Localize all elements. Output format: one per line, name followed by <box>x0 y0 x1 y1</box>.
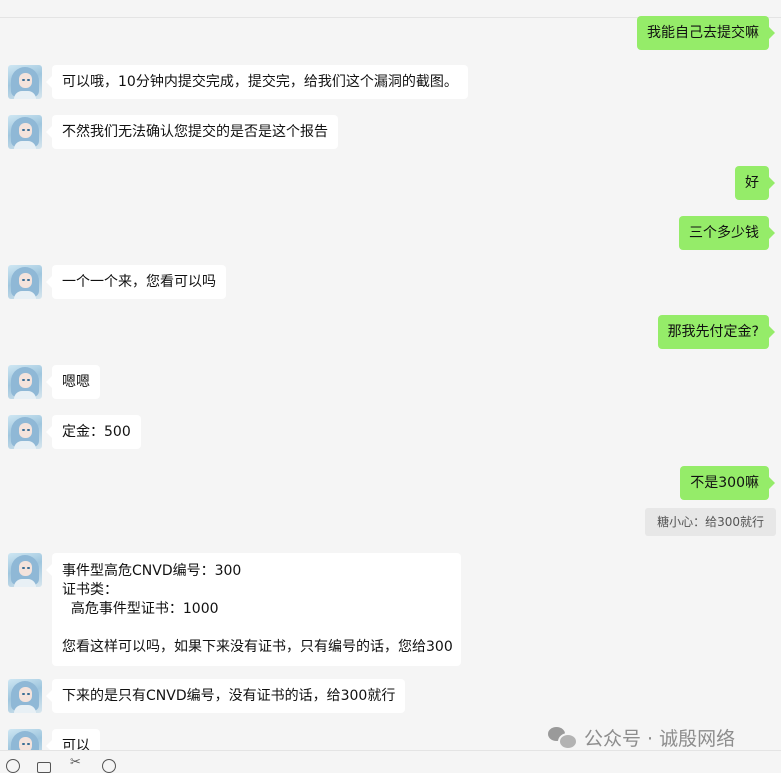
incoming-message[interactable]: 一个一个来，您看可以吗 <box>46 265 226 299</box>
incoming-message[interactable]: 可以哦，10分钟内提交完成，提交完，给我们这个漏洞的截图。 <box>46 65 468 99</box>
avatar[interactable] <box>8 115 42 149</box>
outgoing-message[interactable]: 我能自己去提交嘛 <box>637 16 775 50</box>
message-line: 您看这样可以吗，如果下来没有证书，只有编号的话，您给300 <box>62 639 453 655</box>
message-text: 一个一个来，您看可以吗 <box>62 274 216 290</box>
message-line <box>62 619 451 638</box>
avatar[interactable] <box>8 65 42 99</box>
outgoing-message[interactable]: 好 <box>735 166 775 200</box>
message-text: 不是300嘛 <box>690 475 759 491</box>
wechat-logo-icon <box>548 726 578 750</box>
avatar[interactable] <box>8 679 42 713</box>
message-text: 好 <box>745 175 759 191</box>
outgoing-message[interactable]: 三个多少钱 <box>679 216 775 250</box>
incoming-message[interactable]: 不然我们无法确认您提交的是否是这个报告 <box>46 115 338 149</box>
message-text: 可以哦，10分钟内提交完成，提交完，给我们这个漏洞的截图。 <box>62 74 458 90</box>
watermark: 公众号 · 诚殷网络 <box>548 723 735 751</box>
message-text: 定金：500 <box>62 424 131 440</box>
avatar[interactable] <box>8 553 42 587</box>
incoming-message[interactable]: 嗯嗯 <box>46 365 100 399</box>
message-line: 高危事件型证书：1000 <box>62 601 219 617</box>
watermark-text: 公众号 · 诚殷网络 <box>584 727 736 750</box>
message-text: 三个多少钱 <box>689 225 759 241</box>
outgoing-message[interactable]: 不是300嘛 <box>680 466 775 500</box>
chat-history-icon[interactable] <box>102 759 116 773</box>
message-text: 嗯嗯 <box>62 374 90 390</box>
incoming-message[interactable]: 定金：500 <box>46 415 141 449</box>
emoji-icon[interactable] <box>6 759 20 773</box>
message-text: 不然我们无法确认您提交的是否是这个报告 <box>62 124 328 140</box>
outgoing-message[interactable]: 那我先付定金? <box>657 315 776 349</box>
message-text: 下来的是只有CNVD编号，没有证书的话，给300就行 <box>62 688 396 704</box>
avatar[interactable] <box>8 365 42 399</box>
message-text: 那我先付定金? <box>667 324 759 340</box>
input-toolbar: ✂ <box>0 750 781 773</box>
quoted-reply[interactable]: 糖小心：给300就行 <box>645 508 776 536</box>
message-line: 事件型高危CNVD编号：300 <box>62 563 242 579</box>
incoming-message[interactable]: 事件型高危CNVD编号：300 证书类： 高危事件型证书：1000 您看这样可以… <box>46 553 461 666</box>
message-line: 证书类： <box>62 582 118 598</box>
message-text: 我能自己去提交嘛 <box>647 25 759 41</box>
quote-text: 糖小心：给300就行 <box>657 515 764 529</box>
incoming-message[interactable]: 下来的是只有CNVD编号，没有证书的话，给300就行 <box>45 679 406 713</box>
avatar[interactable] <box>8 265 42 299</box>
avatar[interactable] <box>8 415 42 449</box>
